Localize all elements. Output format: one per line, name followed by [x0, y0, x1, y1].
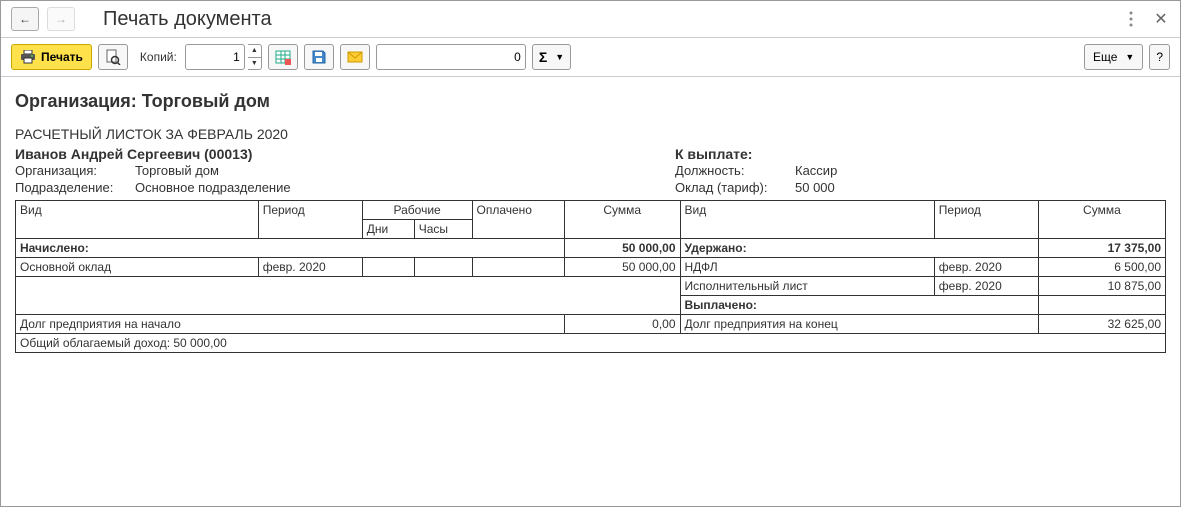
info-row: Оклад (тариф): 50 000: [675, 179, 1166, 196]
envelope-icon: [347, 51, 363, 63]
col-header: Дни: [362, 220, 414, 239]
chevron-up-icon[interactable]: ▲: [248, 45, 261, 58]
spreadsheet-icon: [275, 49, 291, 65]
save-button[interactable]: [304, 44, 334, 70]
table-cell: февр. 2020: [934, 258, 1038, 277]
arrow-right-icon: →: [55, 12, 67, 26]
pay-header: К выплате:: [675, 146, 1166, 162]
employee-name: Иванов Андрей Сергеевич (00013): [15, 146, 675, 162]
copies-label: Копий:: [140, 50, 177, 64]
document-viewport[interactable]: Организация: Торговый дом РАСЧЕТНЫЙ ЛИСТ…: [1, 77, 1180, 506]
col-header: Период: [934, 201, 1038, 239]
floppy-disk-icon: [311, 49, 327, 65]
chevron-down-icon: ▼: [1125, 52, 1134, 62]
printer-icon: [20, 50, 36, 64]
chevron-down-icon[interactable]: ▼: [248, 58, 261, 70]
table-cell: [1038, 296, 1165, 315]
col-header: Период: [258, 201, 362, 239]
email-button[interactable]: [340, 44, 370, 70]
table-cell: 6 500,00: [1038, 258, 1165, 277]
debt-start-value: 0,00: [564, 315, 680, 334]
withheld-total: 17 375,00: [1038, 239, 1165, 258]
close-button[interactable]: ✕: [1152, 10, 1170, 28]
table-cell: февр. 2020: [258, 258, 362, 277]
debt-end-value: 32 625,00: [1038, 315, 1165, 334]
help-button[interactable]: ?: [1149, 44, 1170, 70]
table-cell-highlighted: 10 875,00: [1038, 277, 1165, 296]
close-icon: ✕: [1154, 9, 1167, 29]
print-button[interactable]: Печать: [11, 44, 92, 70]
col-header: Сумма: [564, 201, 680, 239]
window-title: Печать документа: [103, 8, 1114, 31]
page-magnify-icon: [105, 49, 121, 65]
kebab-menu-button[interactable]: [1122, 10, 1140, 28]
section-label: Начислено:: [16, 239, 565, 258]
col-header: Вид: [16, 201, 259, 239]
print-button-label: Печать: [41, 50, 83, 64]
taxable-income: Общий облагаемый доход: 50 000,00: [16, 334, 1166, 353]
arrow-left-icon: ←: [19, 12, 31, 26]
export-excel-button[interactable]: [268, 44, 298, 70]
section-label: Выплачено:: [680, 296, 1038, 315]
question-icon: ?: [1156, 50, 1163, 64]
section-label: Удержано:: [680, 239, 1038, 258]
col-header: Часы: [414, 220, 472, 239]
more-button[interactable]: Еще ▼: [1084, 44, 1143, 70]
org-header: Организация: Торговый дом: [15, 91, 1166, 112]
info-row: Должность: Кассир: [675, 162, 1166, 179]
col-header: Оплачено: [472, 201, 564, 239]
info-row: Организация: Торговый дом: [15, 162, 675, 179]
table-cell: [414, 258, 472, 277]
payslip-table: Вид Период Рабочие Оплачено Сумма Вид Пе…: [15, 200, 1166, 353]
table-cell: [472, 258, 564, 277]
col-header: Рабочие: [362, 201, 472, 220]
table-cell-highlighted: Исполнительный лист: [680, 277, 934, 296]
col-header: Вид: [680, 201, 934, 239]
sigma-icon: Σ: [539, 49, 547, 65]
debt-start-label: Долг предприятия на начало: [16, 315, 565, 334]
info-row: Подразделение: Основное подразделение: [15, 179, 675, 196]
table-cell: [16, 277, 681, 315]
table-cell: Основной оклад: [16, 258, 259, 277]
table-cell: НДФЛ: [680, 258, 934, 277]
copies-spinner[interactable]: ▲ ▼: [248, 44, 262, 70]
sum-button[interactable]: Σ ▼: [532, 44, 571, 70]
chevron-down-icon: ▼: [555, 52, 564, 62]
table-cell-highlighted: февр. 2020: [934, 277, 1038, 296]
debt-end-label: Долг предприятия на конец: [680, 315, 1038, 334]
payslip-period-title: РАСЧЕТНЫЙ ЛИСТОК ЗА ФЕВРАЛЬ 2020: [15, 126, 1166, 142]
table-cell: [362, 258, 414, 277]
more-button-label: Еще: [1093, 50, 1117, 64]
table-cell: 50 000,00: [564, 258, 680, 277]
accrued-total: 50 000,00: [564, 239, 680, 258]
nav-forward-button[interactable]: →: [47, 7, 75, 31]
preview-button[interactable]: [98, 44, 128, 70]
page-number-input[interactable]: [376, 44, 526, 70]
nav-back-button[interactable]: ←: [11, 7, 39, 31]
copies-input[interactable]: [185, 44, 245, 70]
col-header: Сумма: [1038, 201, 1165, 239]
